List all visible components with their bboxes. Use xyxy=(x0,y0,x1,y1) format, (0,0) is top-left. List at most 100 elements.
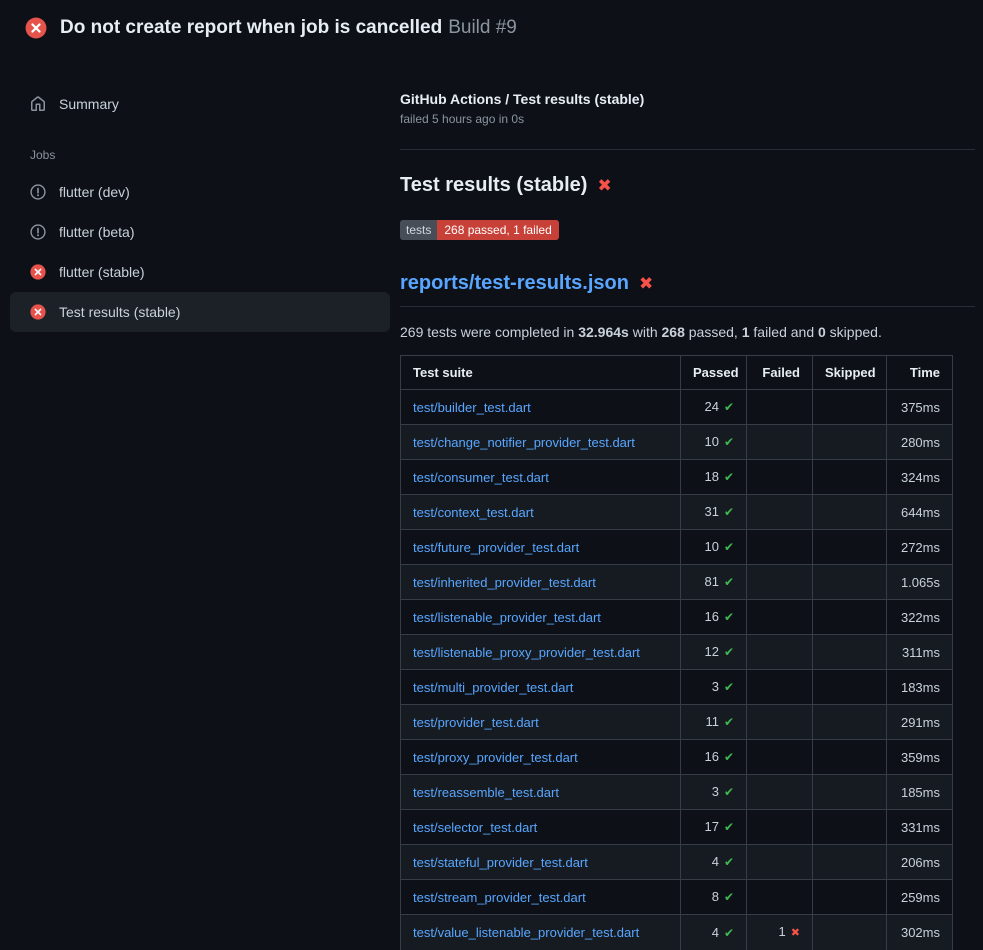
summary-text: 269 tests were completed in xyxy=(400,324,578,340)
failed-cell xyxy=(747,810,813,845)
column-header-test-suite: Test suite xyxy=(401,356,681,390)
job-label: flutter (beta) xyxy=(59,224,134,240)
suite-cell: test/consumer_test.dart xyxy=(401,460,681,495)
suite-link[interactable]: test/stateful_provider_test.dart xyxy=(413,855,588,870)
suite-link[interactable]: test/builder_test.dart xyxy=(413,400,531,415)
summary-text: skipped. xyxy=(826,324,882,340)
table-row: test/reassemble_test.dart3✔185ms xyxy=(401,775,953,810)
check-icon: ✔ xyxy=(724,400,734,414)
time-cell: 375ms xyxy=(887,390,953,425)
suite-link[interactable]: test/context_test.dart xyxy=(413,505,534,520)
failed-cell xyxy=(747,425,813,460)
suite-link[interactable]: test/value_listenable_provider_test.dart xyxy=(413,925,639,940)
check-icon: ✔ xyxy=(724,680,734,694)
failed-cell xyxy=(747,495,813,530)
time-cell: 644ms xyxy=(887,495,953,530)
time-cell: 183ms xyxy=(887,670,953,705)
passed-count: 3 xyxy=(712,679,719,694)
summary-skipped-count: 0 xyxy=(818,324,826,340)
table-row: test/value_listenable_provider_test.dart… xyxy=(401,915,953,950)
suite-cell: test/context_test.dart xyxy=(401,495,681,530)
run-title: Do not create report when job is cancell… xyxy=(60,16,517,40)
suite-link[interactable]: test/inherited_provider_test.dart xyxy=(413,575,596,590)
column-header-skipped: Skipped xyxy=(813,356,887,390)
check-icon: ✔ xyxy=(724,926,734,940)
suite-cell: test/selector_test.dart xyxy=(401,810,681,845)
passed-cell: 17 ✔ xyxy=(681,810,747,845)
suite-link[interactable]: test/change_notifier_provider_test.dart xyxy=(413,435,635,450)
sidebar-item-flutter-dev[interactable]: flutter (dev) xyxy=(10,172,390,212)
passed-count: 4 xyxy=(712,925,719,940)
skipped-cell xyxy=(813,390,887,425)
tests-badge: tests268 passed, 1 failed xyxy=(400,220,559,240)
job-label: flutter (dev) xyxy=(59,184,130,200)
page: Do not create report when job is cancell… xyxy=(0,0,983,950)
suite-link[interactable]: test/listenable_proxy_provider_test.dart xyxy=(413,645,640,660)
sidebar-item-flutter-stable[interactable]: flutter (stable) xyxy=(10,252,390,292)
check-icon: ✔ xyxy=(724,715,734,729)
suite-link[interactable]: test/reassemble_test.dart xyxy=(413,785,559,800)
suite-link[interactable]: test/provider_test.dart xyxy=(413,715,539,730)
jobs-section-label: Jobs xyxy=(10,118,390,172)
failed-count: 1 xyxy=(779,924,786,939)
time-cell: 322ms xyxy=(887,600,953,635)
passed-count: 17 xyxy=(704,819,718,834)
sidebar-item-test-results-stable[interactable]: Test results (stable) xyxy=(10,292,390,332)
sidebar-item-summary[interactable]: Summary xyxy=(10,90,390,118)
suite-link[interactable]: test/listenable_provider_test.dart xyxy=(413,610,601,625)
time-cell: 259ms xyxy=(887,880,953,915)
passed-cell: 10✔ xyxy=(681,530,747,565)
failed-cell xyxy=(747,740,813,775)
badge-value: 268 passed, 1 failed xyxy=(437,220,558,240)
suite-cell: test/multi_provider_test.dart xyxy=(401,670,681,705)
passed-cell: 8✔ xyxy=(681,880,747,915)
suite-cell: test/listenable_proxy_provider_test.dart xyxy=(401,635,681,670)
suite-link[interactable]: test/stream_provider_test.dart xyxy=(413,890,586,905)
failed-cell xyxy=(747,460,813,495)
passed-cell: 16✔ xyxy=(681,740,747,775)
skipped-cell xyxy=(813,845,887,880)
skipped-cell xyxy=(813,565,887,600)
passed-count: 16 xyxy=(704,609,718,624)
suite-cell: test/change_notifier_provider_test.dart xyxy=(401,425,681,460)
skipped-cell xyxy=(813,880,887,915)
passed-cell: 3✔ xyxy=(681,670,747,705)
suite-link[interactable]: test/consumer_test.dart xyxy=(413,470,549,485)
table-row: test/proxy_provider_test.dart16✔359ms xyxy=(401,740,953,775)
report-link[interactable]: reports/test-results.json xyxy=(400,270,629,296)
summary-text: with xyxy=(629,324,662,340)
suite-link[interactable]: test/proxy_provider_test.dart xyxy=(413,750,578,765)
suite-link[interactable]: test/selector_test.dart xyxy=(413,820,537,835)
check-icon: ✔ xyxy=(724,750,734,764)
summary-text: failed and xyxy=(750,324,819,340)
content: Summary Jobs flutter (dev) flutter (beta)… xyxy=(0,54,983,950)
results-table-body: test/builder_test.dart24✔375mstest/chang… xyxy=(401,390,953,950)
x-icon: ✖ xyxy=(791,927,800,939)
sidebar-item-flutter-beta[interactable]: flutter (beta) xyxy=(10,212,390,252)
suite-cell: test/inherited_provider_test.dart xyxy=(401,565,681,600)
suite-cell: test/stream_provider_test.dart xyxy=(401,880,681,915)
alert-circle-icon xyxy=(30,184,46,200)
suite-cell: test/proxy_provider_test.dart xyxy=(401,740,681,775)
suite-link[interactable]: test/future_provider_test.dart xyxy=(413,540,579,555)
jobs-list: flutter (dev) flutter (beta) flutter (stab… xyxy=(10,172,390,332)
check-icon: ✔ xyxy=(724,820,734,834)
suite-cell: test/provider_test.dart xyxy=(401,705,681,740)
table-row: test/listenable_proxy_provider_test.dart… xyxy=(401,635,953,670)
skipped-cell xyxy=(813,425,887,460)
table-row: test/listenable_provider_test.dart 16 ✔ 322… xyxy=(401,600,953,635)
passed-count: 10 xyxy=(704,539,718,554)
failed-cell: 1✖ xyxy=(747,915,813,950)
suite-cell: test/builder_test.dart xyxy=(401,390,681,425)
summary-line: 269 tests were completed in 32.964s with… xyxy=(400,323,975,341)
section-title: Test results (stable) ✖ xyxy=(400,172,975,198)
column-header-passed: Passed xyxy=(681,356,747,390)
skipped-cell xyxy=(813,600,887,635)
passed-count: 8 xyxy=(712,889,719,904)
check-icon: ✔ xyxy=(724,890,734,904)
check-icon: ✔ xyxy=(724,610,734,624)
summary-text: passed, xyxy=(685,324,742,340)
run-title-text: Do not create report when job is cancell… xyxy=(60,17,442,38)
suite-link[interactable]: test/multi_provider_test.dart xyxy=(413,680,573,695)
skipped-cell xyxy=(813,915,887,950)
